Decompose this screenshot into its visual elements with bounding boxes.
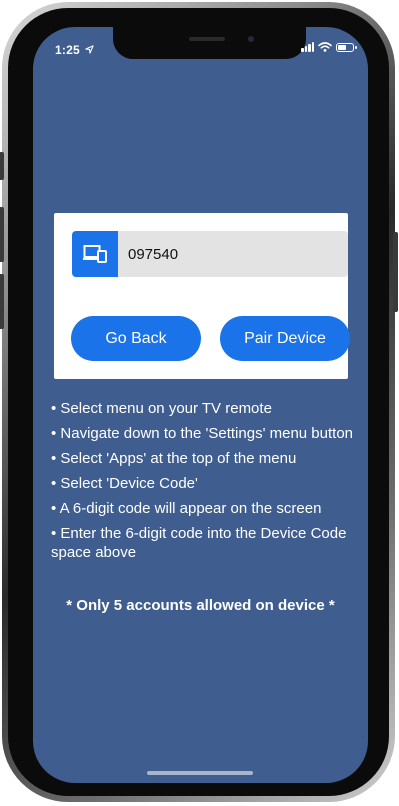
location-arrow-icon xyxy=(85,45,95,54)
volume-down-button xyxy=(0,274,4,329)
instruction-item: • Enter the 6-digit code into the Device… xyxy=(51,525,347,561)
instruction-item: • Select 'Apps' at the top of the menu xyxy=(51,450,297,467)
speaker-grille xyxy=(189,37,225,41)
status-time: 1:25 xyxy=(55,43,95,57)
instruction-item: • Select 'Device Code' xyxy=(51,475,198,492)
battery-icon xyxy=(336,42,357,52)
status-time-label: 1:25 xyxy=(55,43,80,57)
instruction-item: • Navigate down to the 'Settings' menu b… xyxy=(51,425,353,442)
cellular-signal-icon xyxy=(301,42,314,52)
instructions-list: • Select menu on your TV remote • Naviga… xyxy=(51,399,361,568)
pair-device-button[interactable]: Pair Device xyxy=(220,316,350,361)
account-limit-warning: * Only 5 accounts allowed on device * xyxy=(66,597,335,614)
volume-up-button xyxy=(0,207,4,262)
device-code-row xyxy=(72,231,350,277)
pairing-card: Go Back Pair Device xyxy=(54,213,350,379)
silent-switch xyxy=(0,152,4,180)
wifi-icon xyxy=(318,42,332,52)
home-indicator[interactable] xyxy=(147,771,253,775)
instruction-item: • Select menu on your TV remote xyxy=(51,400,272,417)
status-indicators xyxy=(301,42,357,52)
devices-icon xyxy=(72,231,118,277)
app-screen: 1:25 097540 Go Back Pair Device • Select… xyxy=(33,27,368,783)
device-code-input[interactable] xyxy=(118,231,348,277)
front-camera xyxy=(248,36,254,42)
phone-notch xyxy=(113,27,306,59)
power-button xyxy=(393,232,398,312)
go-back-button[interactable]: Go Back xyxy=(71,316,201,361)
instruction-item: • A 6-digit code will appear on the scre… xyxy=(51,500,322,517)
